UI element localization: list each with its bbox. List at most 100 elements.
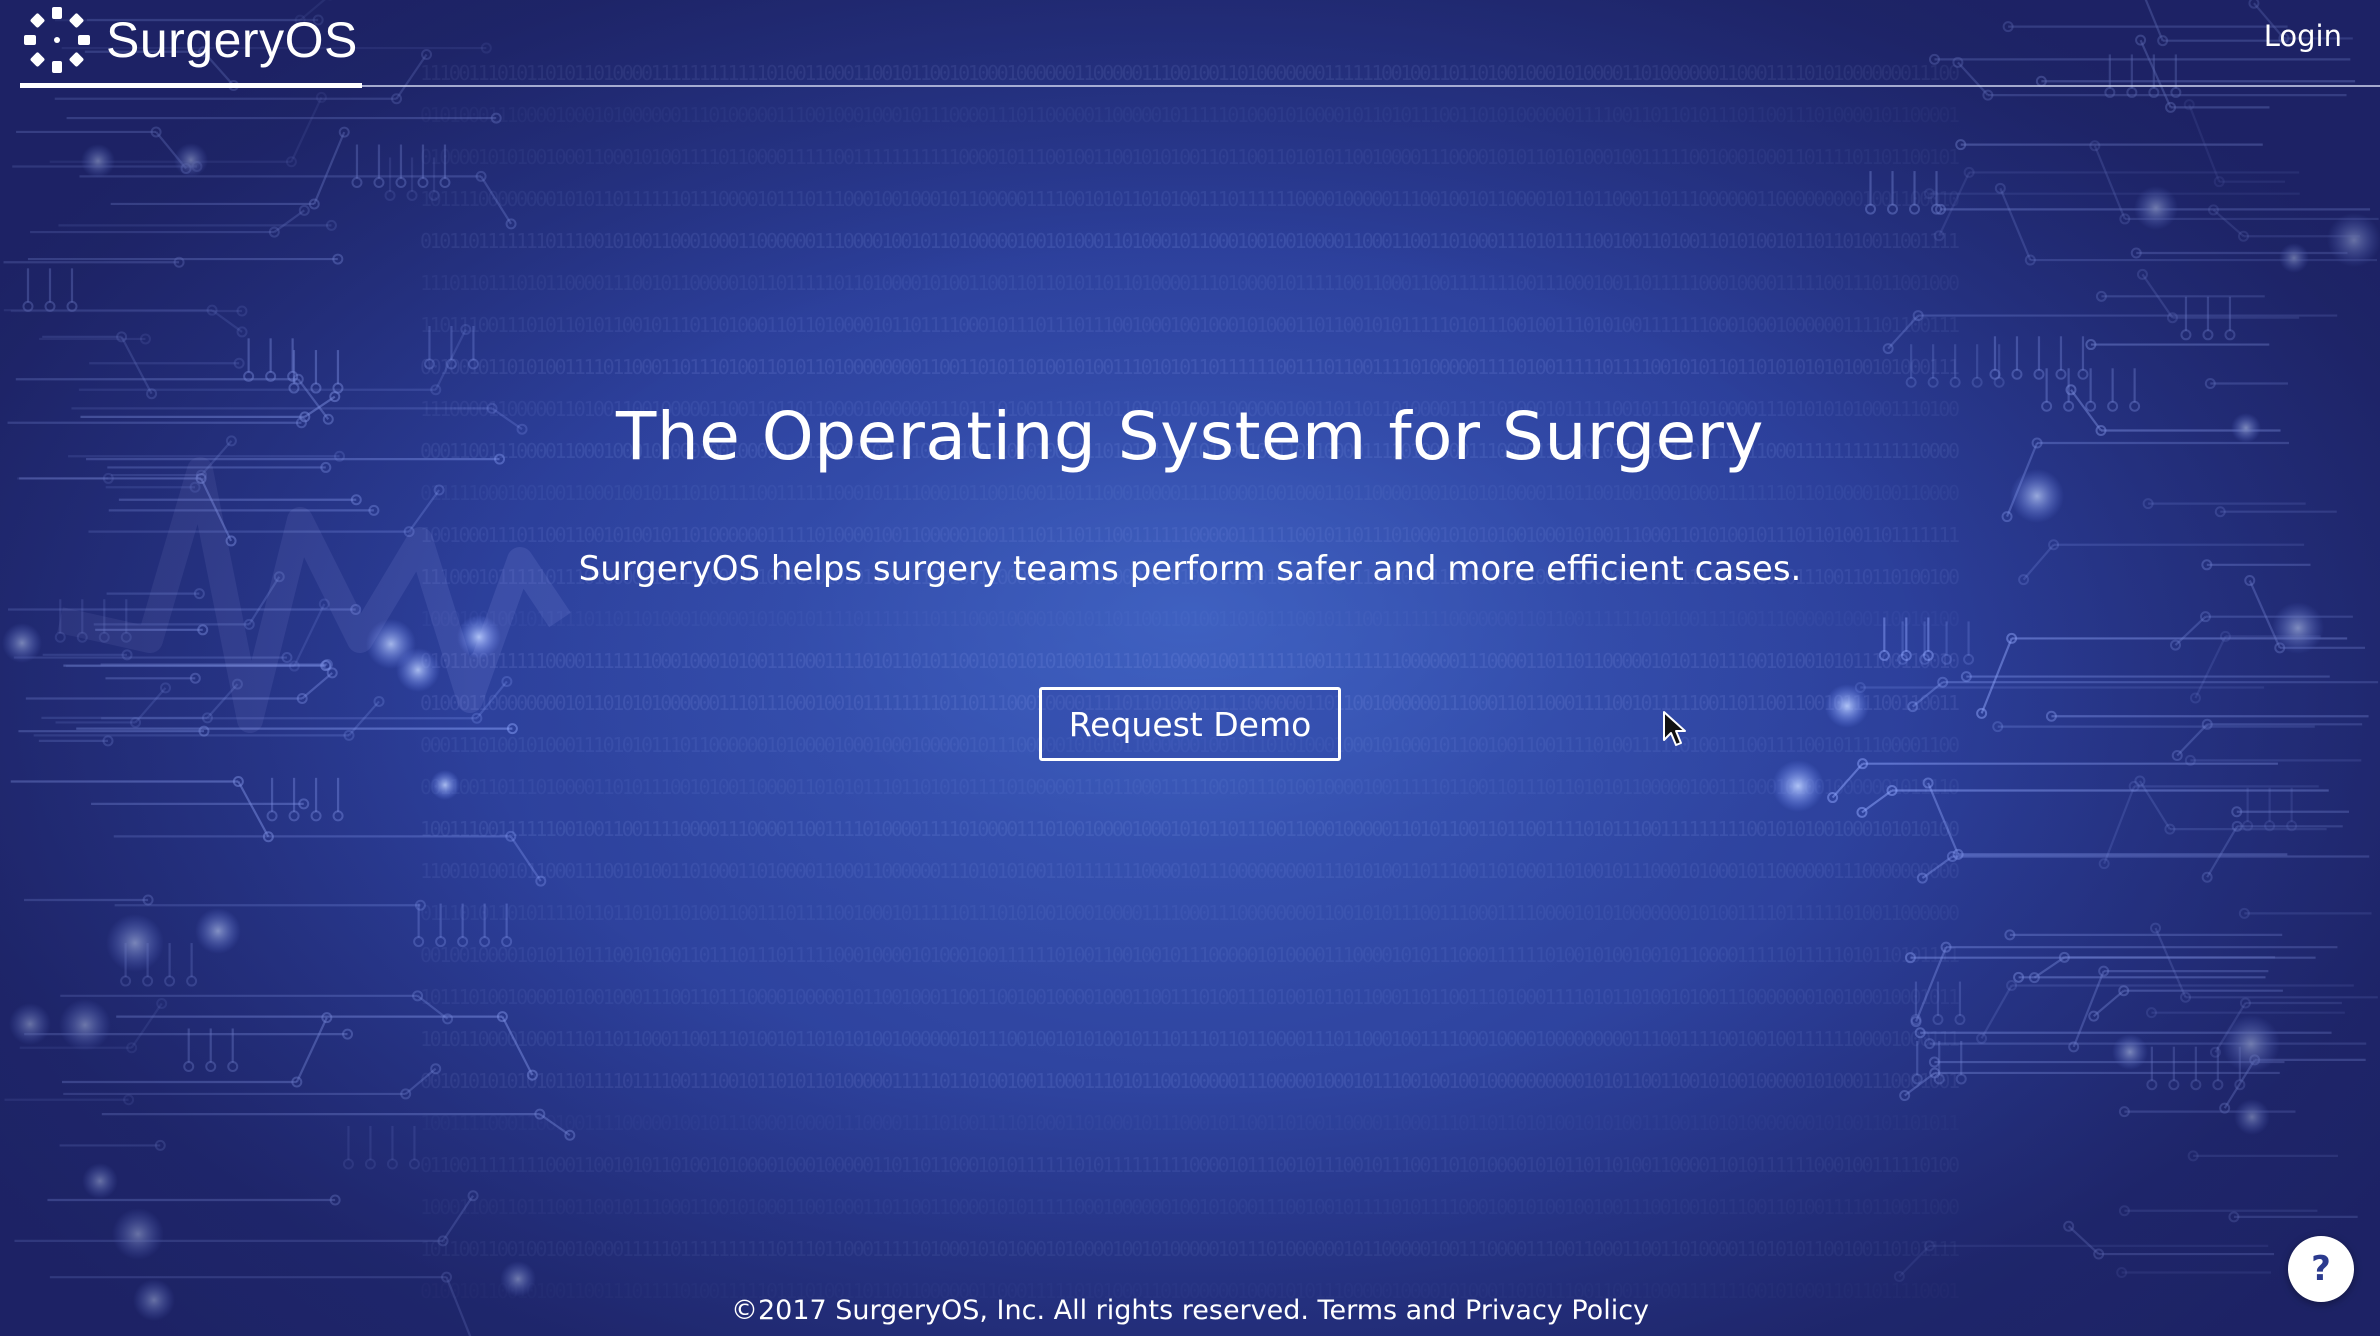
login-link[interactable]: Login [2264,16,2342,56]
header-divider [20,85,2380,87]
circuit-pad [1971,376,1983,388]
circuit-pad [534,1108,546,1120]
circuit-pad [2201,718,2213,730]
circuit-pad [2145,1007,2157,1019]
circuit-pad [439,177,451,189]
circuit-pad [288,660,300,672]
circuit-pad [1941,653,1953,665]
circuit-pad [2184,754,2196,766]
glow-node [195,908,241,954]
circuit-trace [2138,780,2171,830]
circuit-trace [1912,681,1944,708]
circuit-pad [2165,101,2177,113]
glow-node [2234,1099,2270,1135]
circuit-trace [501,1016,534,1076]
circuit-pad [186,975,198,987]
circuit-pad [441,1271,453,1283]
circuit-pad [364,1158,376,1170]
circuit-traces-left [3,0,576,1336]
circuit-pad [1923,1240,1935,1252]
circuit-pad [1933,1073,1945,1085]
page-footer: ©2017 SurgeryOS, Inc. All rights reserve… [0,1290,2380,1332]
circuit-pad [2170,86,2182,98]
circuit-pad [535,875,547,887]
circuit-pad [501,936,513,948]
help-question-icon[interactable]: ? [2288,1236,2354,1302]
circuit-pad [2228,1211,2240,1223]
circuit-pad [2104,86,2116,98]
terms-privacy-link[interactable]: Terms and Privacy Policy [1318,1295,1649,1326]
circuit-trace [1887,314,1919,350]
circuit-pad [2171,750,2183,762]
circuit-trace [134,687,167,724]
circuit-pad [191,160,203,172]
circuit-pad [1910,1016,1922,1028]
circuit-pad [2180,329,2192,341]
glow-node [2112,1034,2148,1070]
circuit-pad [142,894,154,906]
circuit-pad [201,712,213,724]
circuit-trace [313,131,346,205]
circuit-pad [2146,1079,2158,1091]
circuit-pad [326,667,338,679]
circuit-pad [2180,991,2192,1003]
circuit-pad [343,729,355,741]
circuit-pad [2187,1150,2199,1162]
circuit-pad [227,1060,239,1072]
circuit-pad [413,936,425,948]
circuit-pad [2164,823,2176,835]
circuit-trace [2212,209,2245,238]
circuit-pad [1865,203,1877,215]
circuit-trace [476,680,508,719]
binary-row: 0111110001001001100010010111010111100111… [420,481,1960,505]
circuit-trace [293,603,326,667]
heartbeat-line [57,457,571,733]
landing-page: 1110011101011010110100001111111111110100… [0,0,2380,1336]
circuit-pad [373,177,385,189]
circuit-pad [490,112,502,124]
circuit-trace [1938,171,1971,237]
circuit-pad [2214,506,2226,518]
circuit-pad [471,712,483,724]
circuit-pad [2006,979,2018,991]
circuit-pad [391,93,403,105]
circuit-trace [2103,785,2136,865]
circuit-trace [1898,1245,1931,1278]
circuit-pad [1963,653,1975,665]
circuit-pad [1932,1014,1944,1026]
circuit-pad [423,358,435,370]
circuit-pad [414,899,426,911]
request-demo-button[interactable]: Request Demo [1039,687,1341,761]
circuit-background: 1110011101011010110100001111111111110100… [2,0,2380,1336]
circuit-pad [1982,89,1994,101]
binary-row: 0110011111111000110010101101001010000100… [420,1153,1960,1177]
circuit-pad [298,798,310,810]
circuit-pad [262,831,274,843]
circuit-pad [2093,1248,2105,1260]
binary-row: 1110110111010110000111001011000001011011… [420,271,1960,295]
circuit-pad [403,526,415,538]
circuit-pad [496,1011,508,1023]
circuit-trace [1904,1072,1936,1097]
circuit-pad [467,1190,479,1202]
circuit-pad [320,660,332,672]
glow-node [2134,186,2178,230]
circuit-pad [2089,140,2101,152]
circuit-pad [1878,649,1890,661]
circuit-trace [2067,1225,2100,1255]
circuit-pad [2006,632,2018,644]
glow-node [2,623,42,663]
binary-row: 0101101111111011100101001100010001100000… [420,229,1960,253]
circuit-pad [315,91,327,103]
circuit-pad [2085,339,2097,351]
glow-node [59,999,111,1051]
circuit-pad [126,1042,138,1054]
circuit-pad [2202,329,2214,341]
circuit-pad [2028,972,2040,984]
circuit-pad [1993,376,2005,388]
glow-node [9,1003,51,1045]
circuit-pad [2249,1054,2261,1066]
circuit-trace [290,96,323,163]
brand-logo-link[interactable]: SurgeryOS [22,4,358,76]
circuit-pad [2274,642,2286,654]
